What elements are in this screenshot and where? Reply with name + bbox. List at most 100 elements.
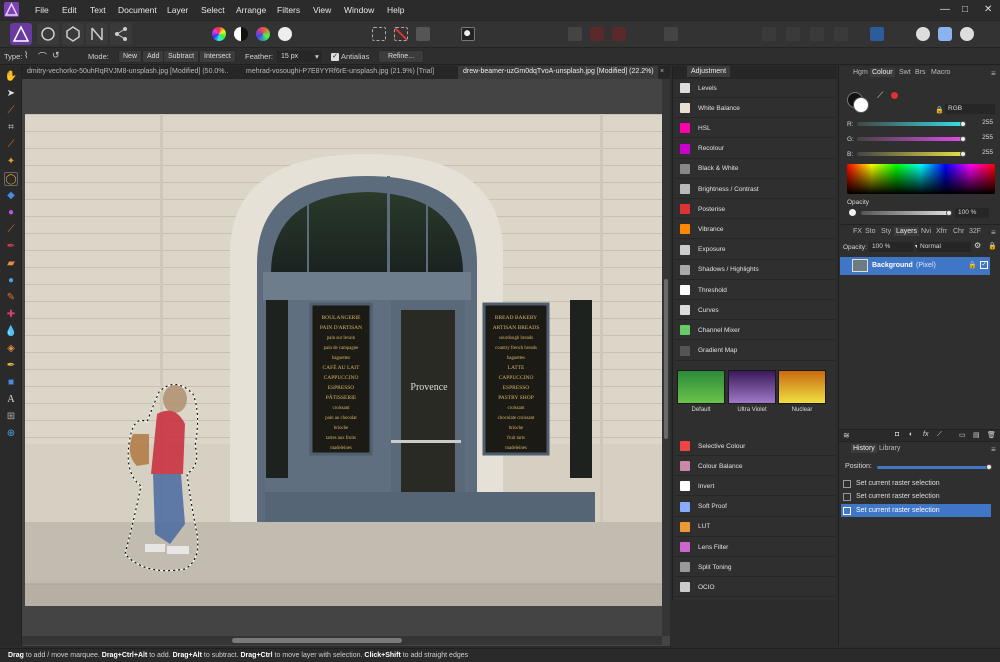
force-pixel-alignment-icon[interactable] <box>590 27 604 41</box>
pen-tool-icon[interactable]: ✒ <box>4 359 18 373</box>
menu-file[interactable]: File <box>35 5 49 15</box>
adjustment-soft-proof[interactable]: Soft Proof <box>675 498 835 517</box>
close-tab-icon[interactable]: × <box>658 66 670 79</box>
colour-spectrum[interactable] <box>847 164 995 194</box>
select-all-icon[interactable] <box>372 27 386 41</box>
boolean-intersect-icon[interactable] <box>960 27 974 41</box>
hand-tool-icon[interactable]: ✋ <box>4 70 18 84</box>
mode-add-button[interactable]: Add <box>142 50 165 63</box>
eyedropper-icon[interactable]: ⟋ <box>877 90 883 101</box>
menu-help[interactable]: Help <box>387 5 404 15</box>
tab-stock[interactable]: Sto <box>863 227 878 236</box>
snapping-icon[interactable] <box>568 27 582 41</box>
adjustment-channel-mixer[interactable]: Channel Mixer <box>675 321 835 341</box>
move-tool-icon[interactable]: ➤ <box>4 87 18 101</box>
align-icon[interactable] <box>762 27 776 41</box>
colour-picker-tool-icon[interactable]: ⟋ <box>4 104 18 118</box>
deselect-icon[interactable] <box>394 27 408 41</box>
minimize-button[interactable]: — <box>940 4 950 15</box>
menu-arrange[interactable]: Arrange <box>236 5 266 15</box>
smudge-tool-icon[interactable]: ✎ <box>4 291 18 305</box>
tab-history[interactable]: History <box>851 444 877 453</box>
quick-mask-icon[interactable] <box>461 27 475 41</box>
tab-histogram[interactable]: Hgm <box>851 68 870 77</box>
document-image[interactable]: Provence BOULANGERIE PAIN D'ARTISAN pain s… <box>25 114 663 606</box>
adjustment-colour-balance[interactable]: Colour Balance <box>675 457 835 477</box>
panel-menu-icon[interactable]: ≡ <box>989 68 998 79</box>
adjustment-lens-filter[interactable]: Lens Filter <box>675 538 835 557</box>
adjustment-tab[interactable]: Adjustment <box>687 66 731 77</box>
close-window-button[interactable]: ✕ <box>984 4 992 15</box>
red-eye-tool-icon[interactable]: ◈ <box>4 342 18 356</box>
boolean-add-icon[interactable] <box>916 27 930 41</box>
rectangle-tool-icon[interactable]: ■ <box>4 376 18 390</box>
mode-intersect-button[interactable]: Intersect <box>199 50 236 63</box>
lock-icon[interactable]: 🔒 <box>988 242 997 250</box>
export-persona-icon[interactable] <box>110 23 132 45</box>
liquify-persona-icon[interactable] <box>37 23 59 45</box>
maximize-button[interactable]: □ <box>962 4 968 15</box>
tab-macro[interactable]: Macro <box>929 68 952 77</box>
freehand-selection-tool-icon[interactable]: ◯ <box>4 172 18 186</box>
boolean-subtract-icon[interactable] <box>938 27 952 41</box>
tab-styles[interactable]: Sty <box>879 227 893 236</box>
history-entry[interactable]: Set current raster selection <box>841 490 991 503</box>
freehand-type-icon[interactable]: ⌇ <box>24 50 28 61</box>
layer-lock-icon[interactable]: 🔒 <box>968 261 977 269</box>
adjustment-selective-colour[interactable]: Selective Colour <box>675 437 835 456</box>
layers-stack-icon[interactable]: ≋ <box>843 431 850 440</box>
tab-transform[interactable]: Xfrr <box>934 227 949 236</box>
history-entry[interactable]: Set current raster selection <box>841 477 991 490</box>
menu-filters[interactable]: Filters <box>277 5 300 15</box>
primary-colour-swatch[interactable] <box>853 97 869 113</box>
layer-name[interactable]: Background <box>872 262 913 269</box>
channel-b-value[interactable]: 255 <box>967 149 993 159</box>
live-filter-icon[interactable]: ⟋ <box>937 431 942 439</box>
preset-nuclear-thumbnail[interactable] <box>778 370 826 404</box>
crop-tool-icon[interactable]: ⌗ <box>4 121 18 135</box>
auto-contrast-icon[interactable] <box>234 27 248 41</box>
adjustment-layer-icon[interactable]: ◐ <box>909 431 913 438</box>
adjustment-hsl[interactable]: HSL <box>675 119 835 139</box>
document-tab-2[interactable]: mehrad-vosoughi-P7E8YYRf6rE-unsplash.jpg… <box>241 66 449 79</box>
menu-edit[interactable]: Edit <box>62 5 77 15</box>
adjustment-split-toning[interactable]: Split Toning <box>675 558 835 578</box>
channel-r-slider[interactable] <box>857 122 963 126</box>
adjustment-ocio[interactable]: OCIO <box>675 578 835 598</box>
horizontal-scrollbar[interactable] <box>22 636 662 645</box>
horizontal-scroll-thumb[interactable] <box>232 638 402 643</box>
paint-brush-tool-icon[interactable]: ⟋ <box>4 223 18 237</box>
adjustment-posterise[interactable]: Posterise <box>675 200 835 220</box>
trash-icon[interactable]: 🗑 <box>987 431 996 439</box>
healing-brush-tool-icon[interactable]: ✚ <box>4 308 18 322</box>
photo-persona-icon[interactable] <box>10 23 32 45</box>
chevron-down-icon[interactable]: ▾ <box>315 52 319 61</box>
mode-new-button[interactable]: New <box>118 50 143 63</box>
channel-g-knob[interactable] <box>960 136 966 142</box>
history-entry-selected[interactable]: Set current raster selection <box>841 504 991 517</box>
add-pixel-layer-icon[interactable]: ▤ <box>973 431 980 439</box>
adjustment-gradient-map[interactable]: Gradient Map <box>675 342 835 361</box>
affinity-photo-logo[interactable] <box>4 2 19 17</box>
gear-icon[interactable]: ⚙ <box>974 241 981 250</box>
adjustment-exposure[interactable]: Exposure <box>675 241 835 260</box>
move-by-whole-pixels-icon[interactable] <box>612 27 626 41</box>
tone-mapping-persona-icon[interactable] <box>86 23 108 45</box>
tab-swatches[interactable]: Swt <box>897 68 913 77</box>
opacity-slider[interactable] <box>861 211 949 215</box>
channel-r-knob[interactable] <box>960 121 966 127</box>
adjustment-threshold[interactable]: Threshold <box>675 281 835 300</box>
invert-selection-icon[interactable] <box>416 27 430 41</box>
menu-window[interactable]: Window <box>344 5 374 15</box>
channel-g-value[interactable]: 255 <box>967 134 993 144</box>
zoom-tool-icon[interactable]: ⊕ <box>4 427 18 441</box>
erase-brush-tool-icon[interactable]: ▰ <box>4 257 18 271</box>
menu-view[interactable]: View <box>313 5 331 15</box>
adjustment-recolour[interactable]: Recolour <box>675 140 835 159</box>
clone-tool-icon[interactable]: ✒ <box>4 240 18 254</box>
layer-opacity-input[interactable]: 100 % <box>869 242 913 252</box>
channel-g-slider[interactable] <box>857 137 963 141</box>
tab-library[interactable]: Library <box>877 444 902 453</box>
adjustment-curves[interactable]: Curves <box>675 301 835 321</box>
menu-text[interactable]: Text <box>90 5 106 15</box>
